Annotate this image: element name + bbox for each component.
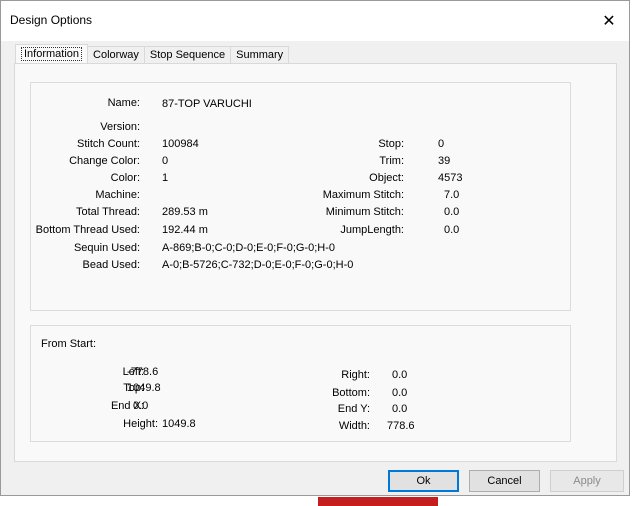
jump-length-label: JumpLength: bbox=[340, 224, 404, 236]
jump-length-value: 0.0 bbox=[444, 224, 460, 236]
end-y-label: End Y: bbox=[337, 403, 370, 415]
change-color-label: Change Color: bbox=[69, 155, 140, 167]
stop-value: 0 bbox=[438, 138, 445, 150]
tab-stop-sequence[interactable]: Stop Sequence bbox=[143, 46, 232, 64]
bottom-thread-label: Bottom Thread Used: bbox=[35, 224, 140, 236]
background-design bbox=[318, 497, 438, 506]
right-label: Right: bbox=[341, 369, 370, 381]
stitch-count-value: 100984 bbox=[162, 138, 199, 150]
name-label: Name: bbox=[107, 97, 140, 109]
information-panel: Name: 87-TOP VARUCHI Version: Stitch Cou… bbox=[14, 63, 617, 462]
minimum-stitch-value: 0.0 bbox=[444, 206, 460, 218]
end-y-value: 0.0 bbox=[392, 403, 408, 415]
tab-colorway[interactable]: Colorway bbox=[87, 46, 145, 64]
width-value: 778.6 bbox=[387, 420, 415, 432]
color-value: 1 bbox=[162, 172, 169, 184]
apply-button[interactable]: Apply bbox=[550, 470, 624, 492]
version-label: Version: bbox=[100, 121, 140, 133]
name-value: 87-TOP VARUCHI bbox=[162, 98, 252, 110]
trim-label: Trim: bbox=[379, 155, 404, 167]
trim-value: 39 bbox=[438, 155, 451, 167]
tab-strip: Information Colorway Stop Sequence Summa… bbox=[15, 44, 290, 64]
total-thread-value: 289.53 m bbox=[162, 206, 208, 218]
ok-button[interactable]: Ok bbox=[388, 470, 459, 492]
design-options-dialog: Design Options ✕ Information Colorway St… bbox=[0, 0, 630, 496]
object-label: Object: bbox=[369, 172, 404, 184]
object-value: 4573 bbox=[438, 172, 463, 184]
from-start-title: From Start: bbox=[41, 338, 97, 350]
design-info-group: Name: 87-TOP VARUCHI Version: Stitch Cou… bbox=[30, 82, 571, 311]
machine-label: Machine: bbox=[95, 189, 140, 201]
height-value: 1049.8 bbox=[162, 418, 196, 430]
stitch-count-label: Stitch Count: bbox=[77, 138, 140, 150]
left-value: -778.6 bbox=[127, 366, 159, 378]
dialog-title: Design Options bbox=[10, 13, 93, 27]
bead-used-label: Bead Used: bbox=[82, 259, 140, 271]
width-label: Width: bbox=[338, 420, 370, 432]
end-x-value: 0.0 bbox=[133, 400, 149, 412]
right-value: 0.0 bbox=[392, 369, 408, 381]
from-start-group: From Start: Left: -778.6 Top: 1049.8 End… bbox=[30, 325, 571, 442]
tab-information[interactable]: Information bbox=[15, 44, 89, 64]
total-thread-label: Total Thread: bbox=[75, 206, 140, 218]
close-button[interactable]: ✕ bbox=[595, 7, 623, 35]
maximum-stitch-label: Maximum Stitch: bbox=[322, 189, 404, 201]
bottom-thread-value: 192.44 m bbox=[162, 224, 208, 236]
height-label: Height: bbox=[123, 418, 158, 430]
color-label: Color: bbox=[110, 172, 140, 184]
bead-used-value: A-0;B-5726;C-732;D-0;E-0;F-0;G-0;H-0 bbox=[162, 259, 354, 271]
title-bar: Design Options ✕ bbox=[1, 1, 629, 41]
sequin-used-label: Sequin Used: bbox=[73, 242, 140, 254]
sequin-used-value: A-869;B-0;C-0;D-0;E-0;F-0;G-0;H-0 bbox=[162, 242, 335, 254]
bottom-value: 0.0 bbox=[392, 387, 408, 399]
change-color-value: 0 bbox=[162, 155, 169, 167]
minimum-stitch-label: Minimum Stitch: bbox=[325, 206, 404, 218]
tab-summary[interactable]: Summary bbox=[230, 46, 290, 64]
close-icon: ✕ bbox=[602, 13, 616, 30]
maximum-stitch-value: 7.0 bbox=[444, 189, 460, 201]
top-value: 1049.8 bbox=[127, 382, 161, 394]
bottom-label: Bottom: bbox=[332, 387, 370, 399]
stop-label: Stop: bbox=[378, 138, 404, 150]
cancel-button[interactable]: Cancel bbox=[469, 470, 540, 492]
